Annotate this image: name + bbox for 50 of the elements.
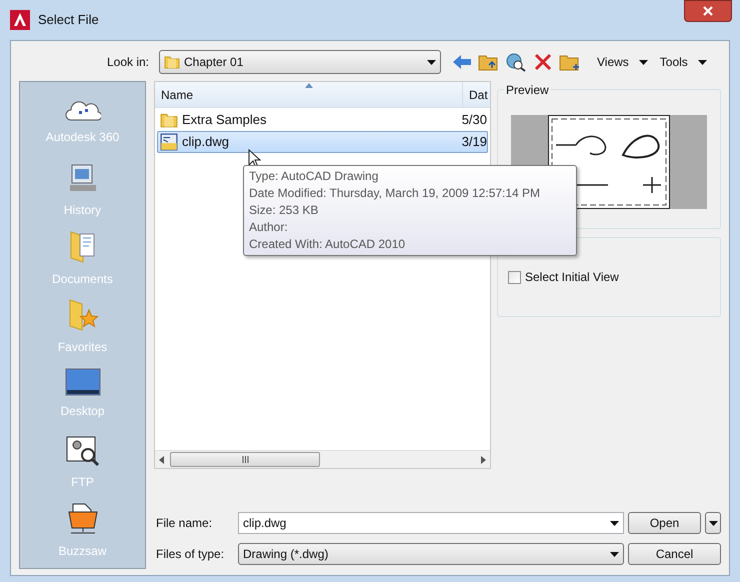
grip-icon (242, 456, 248, 463)
caret-icon (610, 520, 619, 526)
tooltip-line: Type: AutoCAD Drawing (249, 168, 380, 185)
open-options-button[interactable] (705, 512, 721, 534)
back-arrow-icon[interactable] (451, 52, 473, 72)
file-name: Extra Samples (182, 111, 267, 130)
tooltip-line: Author: (249, 219, 289, 236)
caret-icon (610, 552, 619, 556)
tools-menu[interactable]: Tools (660, 53, 707, 71)
file-date: 5/30 (460, 111, 487, 130)
file-name-label: File name: (155, 515, 214, 532)
files-of-type-label: Files of type: (155, 546, 226, 563)
delete-icon[interactable] (532, 52, 554, 72)
close-icon (703, 6, 713, 16)
caret-icon (708, 520, 718, 526)
caret-icon (638, 60, 648, 64)
files-of-type-dropdown[interactable]: Drawing (*.dwg) (238, 543, 624, 565)
close-button[interactable] (684, 0, 732, 22)
monitor-icon (64, 368, 100, 396)
select-initial-view-checkbox[interactable]: Select Initial View (508, 268, 619, 286)
views-menu[interactable]: Views (597, 53, 648, 71)
scrollbar-thumb[interactable] (170, 452, 320, 467)
open-button[interactable]: Open (628, 512, 701, 534)
file-name-field[interactable]: clip.dwg (238, 512, 624, 534)
column-header[interactable]: Dat (463, 82, 490, 107)
window-title: Select File (38, 11, 99, 30)
tooltip-line: Date Modified: Thursday, March 19, 2009 12:57:14 PM (249, 185, 542, 202)
checkbox-square[interactable] (508, 270, 521, 284)
sort-arrow-icon (305, 83, 313, 88)
file-name: clip.dwg (182, 133, 229, 152)
tooltip-line: Size: 253 KB (249, 202, 320, 219)
scroll-left-icon[interactable] (159, 456, 164, 464)
scroll-right-icon[interactable] (481, 456, 486, 464)
cancel-button[interactable]: Cancel (628, 543, 721, 565)
caret-icon (698, 60, 707, 64)
horizontal-scrollbar[interactable] (155, 450, 490, 468)
look-in-label: Look in: (106, 54, 150, 71)
column-header[interactable]: Name (155, 82, 463, 107)
look-in-dropdown[interactable]: Chapter 01 (159, 50, 441, 74)
folder-icon (160, 111, 178, 129)
caret-icon (427, 60, 436, 64)
file-row[interactable]: Extra Samples 5/30 (157, 109, 488, 131)
drawing-file-icon (160, 133, 178, 151)
tooltip-line: Created With: AutoCAD 2010 (249, 236, 406, 253)
app-logo-icon (10, 10, 30, 30)
file-date: 3/19 (460, 133, 487, 152)
look-in-value: Chapter 01 (184, 54, 244, 71)
folder-icon (164, 54, 180, 70)
file-row[interactable]: clip.dwg 3/19 (157, 131, 488, 153)
globe-search-icon[interactable] (505, 52, 527, 72)
